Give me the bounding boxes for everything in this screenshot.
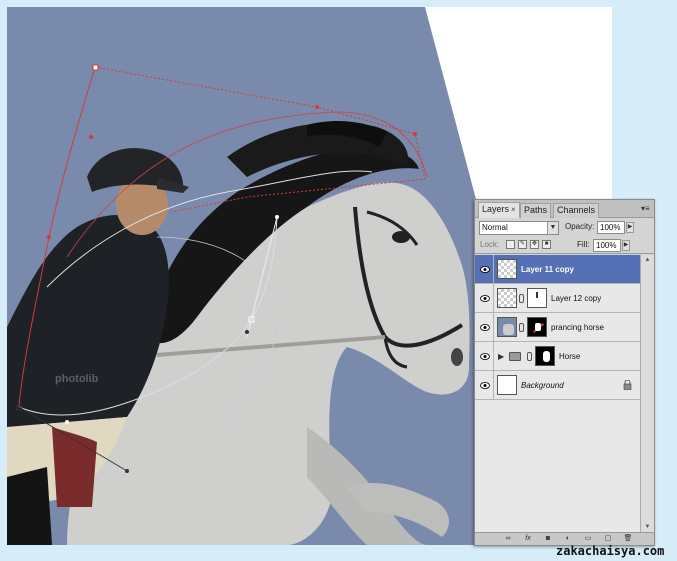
visibility-toggle[interactable] bbox=[476, 284, 494, 313]
lock-label: Lock: bbox=[480, 240, 500, 249]
new-group-icon[interactable]: ▭ bbox=[583, 535, 593, 543]
layer-thumbnail bbox=[497, 375, 517, 395]
tab-channels[interactable]: Channels bbox=[553, 203, 600, 218]
layers-panel: Layers × Paths Channels ▾≡ Normal ▼ Opaci… bbox=[474, 199, 655, 546]
layer-row-layer-12-copy[interactable]: Layer 12 copy bbox=[475, 284, 640, 313]
layer-row-background[interactable]: Background bbox=[475, 371, 640, 400]
layer-thumbnail bbox=[497, 288, 517, 308]
fill-input[interactable]: 100% bbox=[593, 239, 621, 252]
trash-icon[interactable]: 🗑 bbox=[623, 535, 633, 543]
opacity-input[interactable]: 100% bbox=[597, 221, 625, 234]
layer-thumbnail bbox=[497, 259, 517, 279]
lock-fill-row: Lock: ✎ ✥ ■ Fill: 100% ▶ bbox=[475, 237, 654, 254]
lock-transparent-icon[interactable] bbox=[506, 240, 515, 249]
tab-channels-label: Channels bbox=[557, 205, 596, 215]
photo-overlay-text: photolib bbox=[55, 373, 99, 385]
tab-paths-label: Paths bbox=[524, 205, 548, 215]
lock-all-icon[interactable]: ■ bbox=[542, 240, 551, 249]
layer-thumbnail bbox=[497, 317, 517, 337]
visibility-toggle[interactable] bbox=[476, 255, 494, 284]
adjustment-layer-icon[interactable]: ◐ bbox=[563, 535, 573, 543]
fill-label: Fill: bbox=[577, 240, 590, 249]
layer-list: Layer 11 copy Layer 12 copy prancing hor… bbox=[475, 255, 640, 533]
layer-mask-thumbnail bbox=[527, 288, 547, 308]
layer-name: Horse bbox=[559, 352, 581, 361]
panel-tabbar: Layers × Paths Channels ▾≡ bbox=[475, 200, 654, 218]
blend-mode-value: Normal bbox=[482, 223, 508, 232]
blend-opacity-row: Normal ▼ Opacity: 100% ▶ bbox=[475, 219, 654, 236]
layer-mask-thumbnail bbox=[527, 317, 547, 337]
folder-icon bbox=[509, 352, 521, 361]
lock-position-icon[interactable]: ✥ bbox=[530, 240, 539, 249]
fill-slider-arrow-icon[interactable]: ▶ bbox=[622, 240, 630, 251]
link-chain-icon[interactable] bbox=[519, 323, 524, 332]
layer-row-horse-group[interactable]: ▶ Horse bbox=[475, 342, 640, 371]
layer-name: Layer 11 copy bbox=[521, 265, 574, 274]
layers-scrollbar[interactable]: ▲ ▼ bbox=[640, 255, 654, 533]
add-mask-icon[interactable]: ◙ bbox=[543, 535, 553, 543]
visibility-toggle[interactable] bbox=[476, 371, 494, 400]
chevron-down-icon: ▼ bbox=[547, 222, 558, 234]
tab-layers[interactable]: Layers × bbox=[478, 202, 520, 218]
blend-mode-select[interactable]: Normal ▼ bbox=[479, 221, 559, 235]
panel-menu-icon[interactable]: ▾≡ bbox=[641, 205, 651, 213]
new-layer-icon[interactable]: ▢ bbox=[603, 535, 613, 543]
expand-triangle-icon[interactable]: ▶ bbox=[498, 352, 504, 361]
lock-icon bbox=[623, 380, 632, 390]
visibility-toggle[interactable] bbox=[476, 342, 494, 371]
scroll-down-icon[interactable]: ▼ bbox=[643, 523, 652, 532]
fx-icon[interactable]: fx bbox=[523, 535, 533, 543]
eye-icon bbox=[480, 295, 490, 302]
eye-icon bbox=[480, 353, 490, 360]
opacity-slider-arrow-icon[interactable]: ▶ bbox=[626, 222, 634, 233]
scroll-up-icon[interactable]: ▲ bbox=[643, 256, 652, 265]
lock-pixels-icon[interactable]: ✎ bbox=[518, 240, 527, 249]
tab-paths[interactable]: Paths bbox=[520, 203, 552, 218]
opacity-label: Opacity: bbox=[565, 222, 595, 231]
layer-name: Background bbox=[521, 381, 564, 390]
close-icon[interactable]: × bbox=[511, 205, 516, 214]
link-chain-icon[interactable] bbox=[527, 352, 532, 361]
eye-icon bbox=[480, 324, 490, 331]
tab-layers-label: Layers bbox=[482, 204, 510, 214]
layer-row-layer-11-copy[interactable]: Layer 11 copy bbox=[475, 255, 640, 284]
link-chain-icon[interactable] bbox=[519, 294, 524, 303]
layer-row-prancing-horse[interactable]: prancing horse bbox=[475, 313, 640, 342]
eye-icon bbox=[480, 266, 490, 273]
link-layers-icon[interactable]: ∞ bbox=[503, 535, 513, 543]
layer-name: Layer 12 copy bbox=[551, 294, 602, 303]
eye-icon bbox=[480, 382, 490, 389]
layer-name: prancing horse bbox=[551, 323, 604, 332]
visibility-toggle[interactable] bbox=[476, 313, 494, 342]
watermark-text: zakachaisya.com bbox=[556, 544, 665, 558]
layer-mask-thumbnail bbox=[535, 346, 555, 366]
